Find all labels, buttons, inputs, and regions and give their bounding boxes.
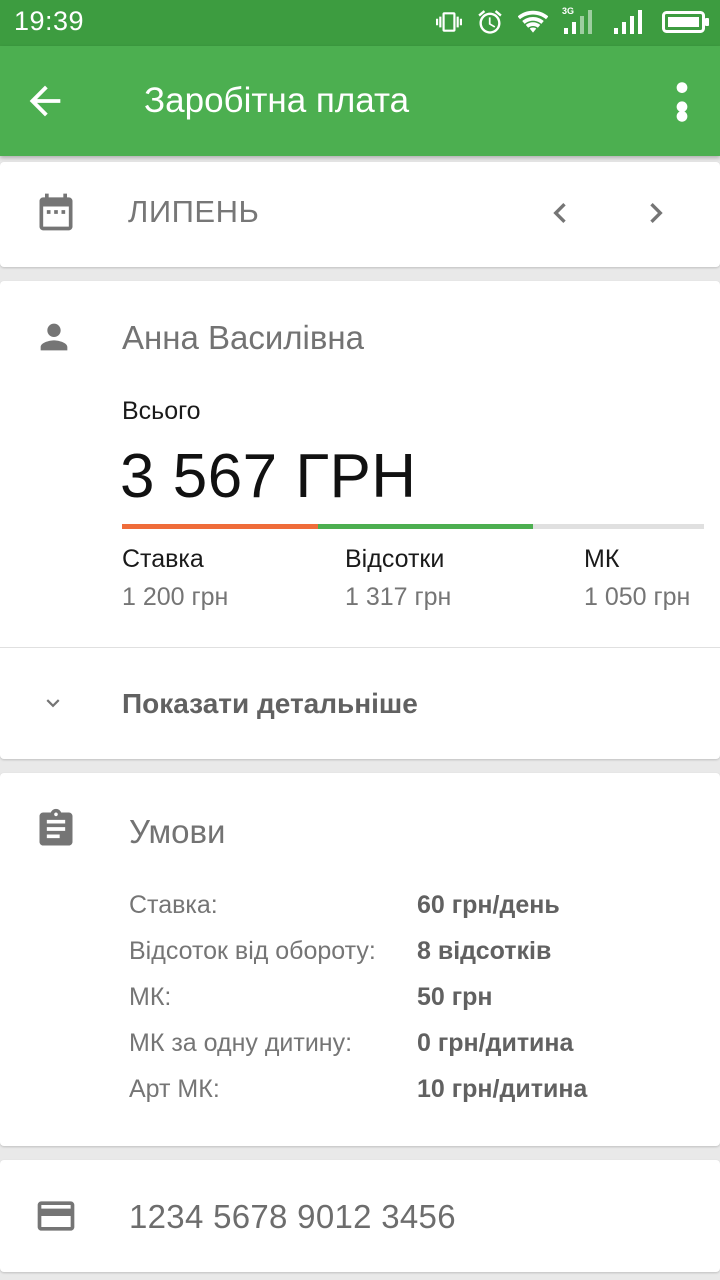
terms-key: Арт МК:	[129, 1075, 220, 1103]
employee-name: Анна Василівна	[122, 319, 364, 356]
calendar-icon	[39, 193, 73, 231]
breakdown-bar	[122, 524, 704, 529]
employee-salary-card: Анна Василівна Всього 3 567 ГРН Ставка 1…	[0, 281, 720, 759]
alarm-icon	[478, 10, 502, 34]
terms-key: Ставка:	[129, 891, 218, 919]
clipboard-icon	[39, 808, 73, 846]
battery-icon	[662, 11, 709, 33]
terms-key: Відсоток від обороту:	[129, 937, 376, 965]
terms-row: Відсоток від обороту: 8 відсотків	[129, 937, 689, 977]
terms-value: 50 грн	[417, 983, 493, 1011]
breakdown-label-rate: Ставка	[122, 545, 204, 573]
vibrate-icon	[436, 12, 462, 32]
terms-value: 10 грн/дитина	[417, 1075, 588, 1103]
status-time: 19:39	[14, 6, 85, 36]
breakdown-value-rate: 1 200 грн	[122, 583, 229, 611]
back-button[interactable]	[22, 78, 68, 124]
terms-key: МК:	[129, 983, 172, 1011]
terms-value: 60 грн/день	[417, 891, 560, 919]
breakdown-label-mk: МК	[584, 545, 620, 573]
month-selector-card: ЛИПЕНЬ	[0, 162, 720, 267]
breakdown-value-mk: 1 050 грн	[584, 583, 691, 611]
month-label: ЛИПЕНЬ	[128, 194, 260, 229]
chevron-down-icon	[46, 699, 60, 708]
show-details-label: Показати детальніше	[122, 688, 418, 719]
overflow-menu-button[interactable]	[670, 78, 694, 124]
terms-row: МК за одну дитину: 0 грн/дитина	[129, 1029, 689, 1069]
arrow-back-icon	[29, 85, 61, 117]
breakdown-segment-mk	[532, 524, 704, 529]
previous-month-button[interactable]	[540, 190, 580, 236]
show-details-button[interactable]: Показати детальніше	[0, 648, 720, 759]
breakdown-label-percent: Відсотки	[345, 545, 445, 573]
total-value: 3 567 ГРН	[120, 442, 417, 511]
total-label: Всього	[122, 397, 201, 425]
more-vert-icon	[676, 82, 688, 122]
terms-row: Ставка: 60 грн/день	[129, 891, 689, 931]
person-icon	[40, 323, 68, 351]
bank-card-card[interactable]: 1234 5678 9012 3456	[0, 1160, 720, 1272]
next-month-button[interactable]	[636, 190, 676, 236]
terms-row: МК: 50 грн	[129, 983, 689, 1023]
signal-3g-icon: 3G	[562, 6, 598, 36]
page-title: Заробітна плата	[144, 81, 410, 120]
breakdown-segment-percent	[317, 524, 533, 529]
terms-value: 0 грн/дитина	[417, 1029, 574, 1057]
status-icons: 3G	[436, 6, 710, 38]
terms-row: Арт МК: 10 грн/дитина	[129, 1075, 689, 1115]
terms-card: Умови Ставка: 60 грн/день Відсоток від о…	[0, 773, 720, 1146]
status-bar: 19:39 3G	[0, 0, 720, 46]
chevron-right-icon	[650, 203, 663, 223]
card-number: 1234 5678 9012 3456	[129, 1198, 456, 1235]
signal-icon	[614, 10, 642, 34]
credit-card-icon	[37, 1201, 75, 1231]
app-bar: Заробітна плата	[0, 46, 720, 156]
terms-key: МК за одну дитину:	[129, 1029, 353, 1057]
chevron-left-icon	[553, 203, 566, 223]
breakdown-segment-rate	[122, 524, 318, 529]
wifi-icon	[518, 10, 548, 33]
terms-value: 8 відсотків	[417, 937, 552, 965]
breakdown-value-percent: 1 317 грн	[345, 583, 452, 611]
terms-title: Умови	[129, 813, 226, 850]
